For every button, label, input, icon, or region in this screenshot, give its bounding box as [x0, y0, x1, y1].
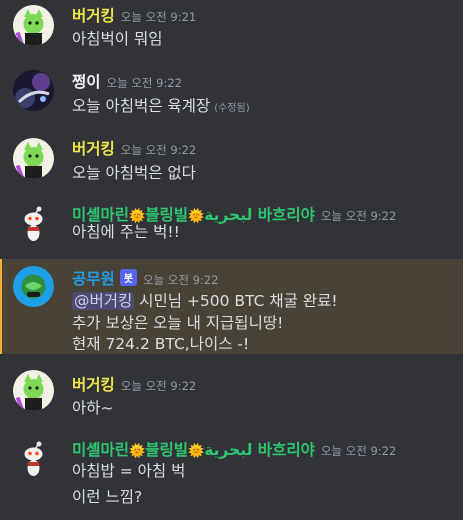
- message-text: 이런 느낌?: [72, 488, 143, 506]
- message-text: 오늘 아침벅은 육계장: [72, 97, 211, 115]
- message-text-line: @버거킹 시민님 +500 BTC 채굴 완료!: [72, 289, 338, 311]
- reddit-snoo-avatar-icon[interactable]: [13, 203, 54, 244]
- green-cat-avatar-icon[interactable]: [13, 138, 54, 179]
- username-part: 블링빌: [145, 441, 189, 459]
- message-text: 추가 보상은 오늘 내 지급됩니땅!: [72, 314, 284, 332]
- timestamp: 오늘 오전 9:22: [320, 444, 397, 458]
- message-text: 아침에 주는 벅!!: [72, 223, 180, 241]
- message-text: 현재 724.2 BTC,나이스 -!: [72, 335, 250, 353]
- message-text: 시민님 +500 BTC 채굴 완료!: [134, 292, 338, 310]
- timestamp: 오늘 오전 9:22: [120, 379, 197, 393]
- message-text: 아침벅이 뭐임: [72, 30, 163, 48]
- username[interactable]: 쩡이: [72, 73, 101, 91]
- username-part: 미셸마린: [72, 441, 130, 459]
- timestamp: 오늘 오전 9:21: [120, 10, 197, 24]
- message-item: 미셸마린🌞블링빌🌞لبحرية 바흐리야 오늘 오전 9:22 아침밥 = 아침 …: [0, 428, 463, 520]
- edited-label: (수정됨): [214, 103, 250, 114]
- message-item: 쩡이 오늘 오전 9:22 오늘 아침벅은 육계장 (수정됨): [0, 62, 463, 126]
- sun-emoji-icon: 🌞: [188, 444, 205, 459]
- timestamp: 오늘 오전 9:22: [320, 209, 397, 223]
- username[interactable]: 버거킹: [72, 140, 115, 158]
- message-item: 버거킹 오늘 오전 9:22 아하~: [0, 356, 463, 426]
- message-item: 공무원 봇 오늘 오전 9:22 @버거킹 시민님 +500 BTC 채굴 완료! …: [0, 259, 463, 354]
- timestamp: 오늘 오전 9:22: [106, 76, 182, 90]
- username[interactable]: 버거킹: [72, 7, 115, 25]
- dark-cosmic-avatar-icon[interactable]: [13, 70, 54, 111]
- username[interactable]: 공무원: [72, 270, 115, 288]
- green-cat-avatar-icon[interactable]: [13, 370, 54, 411]
- message-item: 버거킹 오늘 오전 9:21 아침벅이 뭐임: [0, 0, 463, 60]
- message-text: 아하~: [72, 399, 114, 417]
- message-item: 미셸마린🌞블링빌🌞لبحرية 바흐리야 오늘 오전 9:22 아침에 주는 벅!…: [0, 195, 463, 257]
- message-text-line: 오늘 아침벅은 육계장 (수정됨): [72, 94, 250, 116]
- message-item: 버거킹 오늘 오전 9:22 오늘 아침벅은 없다: [0, 128, 463, 194]
- bot-tag: 봇: [119, 269, 137, 286]
- username[interactable]: 버거킹: [72, 376, 115, 394]
- timestamp: 오늘 오전 9:22: [120, 143, 197, 157]
- message-text: 아침밥 = 아침 벅: [72, 462, 186, 480]
- username[interactable]: 미셸마린🌞블링빌🌞لبحرية 바흐리야: [72, 441, 315, 459]
- username-arabic: لبحرية: [204, 441, 253, 459]
- green-cat-avatar-icon[interactable]: [13, 5, 54, 46]
- user-mention[interactable]: @버거킹: [72, 292, 135, 310]
- message-text: 오늘 아침벅은 없다: [72, 164, 196, 182]
- reddit-snoo-avatar-icon[interactable]: [13, 438, 54, 479]
- username-part: 바흐리야: [257, 206, 315, 224]
- sun-emoji-icon: 🌞: [188, 209, 205, 224]
- timestamp: 오늘 오전 9:22: [142, 273, 219, 287]
- username-part: 바흐리야: [257, 441, 315, 459]
- sun-emoji-icon: 🌞: [129, 444, 146, 459]
- chat-message-list: 버거킹 오늘 오전 9:21 아침벅이 뭐임 쩡이 오늘 오전 9:22 오늘 아침…: [0, 0, 463, 520]
- bot-globe-avatar-icon[interactable]: [13, 266, 54, 307]
- username-arabic: لبحرية: [204, 206, 253, 224]
